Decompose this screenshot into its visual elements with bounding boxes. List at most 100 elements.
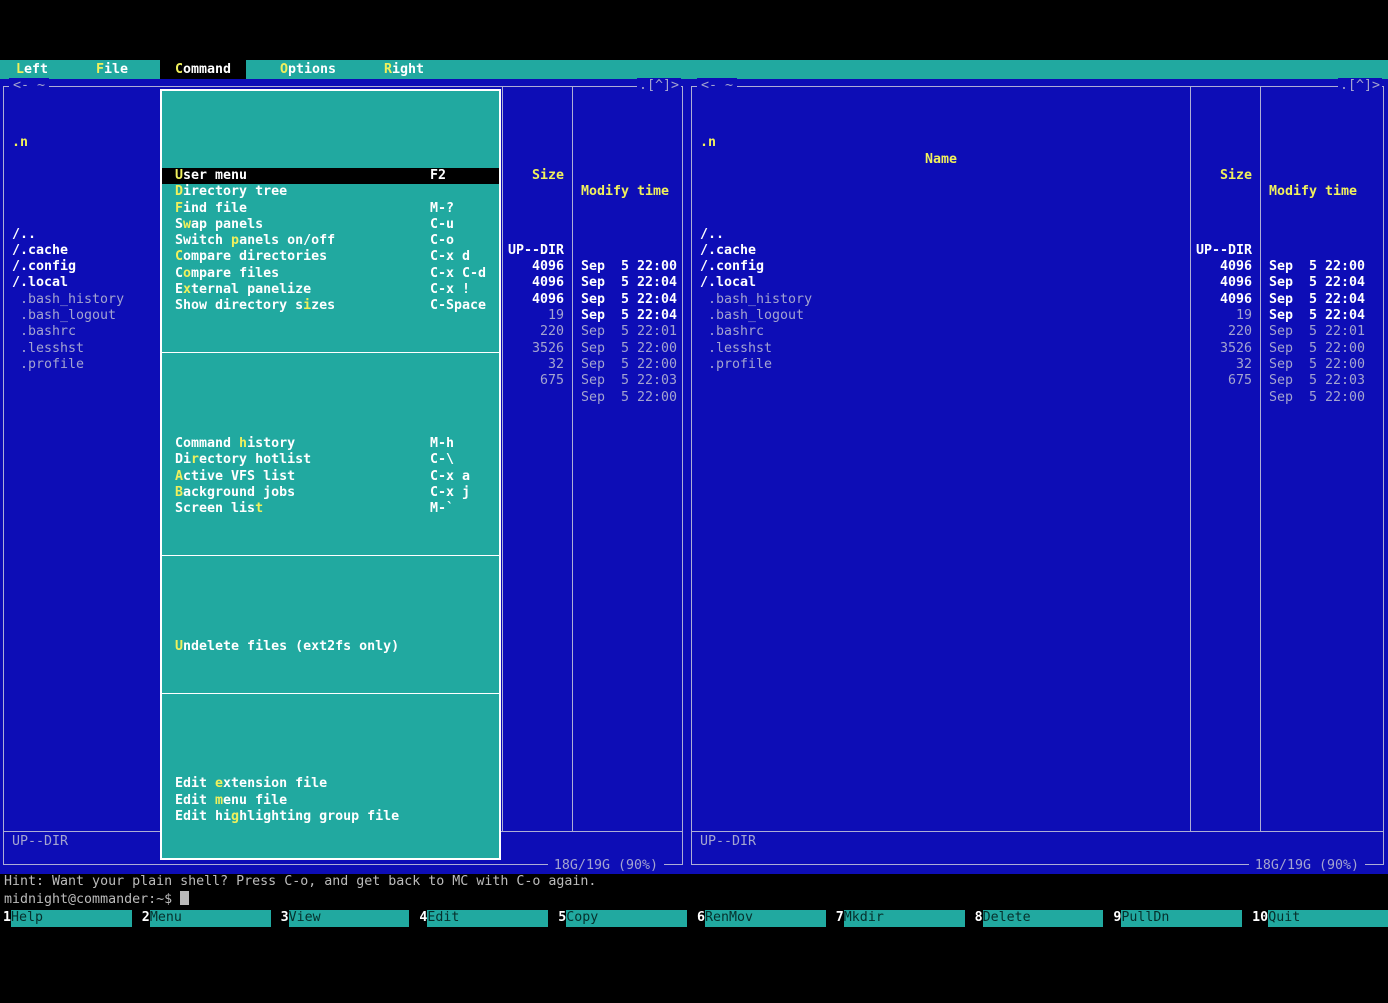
- menu-item[interactable]: Screen list M-`: [162, 501, 499, 517]
- menu-item[interactable]: Directory tree: [162, 184, 499, 200]
- file-row[interactable]: /.cache 4096 Sep 5 22:04: [692, 227, 1383, 243]
- hint-line: Hint: Want your plain shell? Press C-o, …: [0, 874, 1388, 891]
- menu-item-pre: Edit hi: [175, 809, 231, 824]
- menu-item[interactable]: Directory hotlistC-\: [162, 452, 499, 468]
- menu-item-post: xtension file: [223, 776, 327, 791]
- menu-item-post: ternal panelize: [191, 282, 311, 297]
- menu-separator: [162, 547, 499, 563]
- file-row[interactable]: .profile 675 Sep 5 22:00: [692, 341, 1383, 357]
- menubar-item[interactable]: Command: [160, 60, 246, 79]
- command-dropdown-menu: User menuF2Directory treeFind fileM-?Swa…: [160, 89, 501, 860]
- file-mtime: Sep 5 22:00: [572, 390, 682, 406]
- menu-item-post: hlighting group file: [239, 809, 399, 824]
- file-mtime: Sep 5 22:00: [572, 357, 682, 373]
- file-mtime: Sep 5 22:00: [1260, 390, 1383, 406]
- file-row[interactable]: /.. UP--DIR Sep 5 22:00: [692, 210, 1383, 226]
- menu-item-pre: S: [175, 217, 183, 232]
- menu-item-post: ompare directories: [183, 249, 327, 264]
- menubar-item[interactable]: Options: [265, 60, 351, 79]
- menu-item[interactable]: Switch panels on/offC-o: [162, 233, 499, 249]
- menubar-item[interactable]: File: [81, 60, 143, 79]
- function-key-button[interactable]: 4Edit: [416, 910, 555, 927]
- function-key-label: Delete: [983, 910, 1104, 927]
- file-size: 32: [502, 357, 572, 373]
- function-key-button[interactable]: 8Delete: [972, 910, 1111, 927]
- menubar-item[interactable]: Right: [369, 60, 439, 79]
- menu-item-hotkey: m: [215, 793, 223, 808]
- file-size: 32: [1190, 357, 1260, 373]
- menu-item-hotkey: p: [231, 233, 239, 248]
- column-header-size[interactable]: Size: [502, 168, 572, 184]
- menu-item-pre: Command: [175, 436, 239, 451]
- menubar-item-post: ight: [392, 62, 424, 77]
- menu-item[interactable]: Find fileM-?: [162, 201, 499, 217]
- menu-item-post: ectory hotlist: [199, 452, 311, 467]
- menu-item[interactable]: External panelizeC-x !: [162, 282, 499, 298]
- menu-item-post: ctive VFS list: [183, 469, 295, 484]
- menu-item[interactable]: Swap panelsC-u: [162, 217, 499, 233]
- file-row[interactable]: .lesshst 32 Sep 5 22:03: [692, 324, 1383, 340]
- function-key-button[interactable]: 1Help: [0, 910, 139, 927]
- function-key-number: 7: [833, 910, 844, 927]
- menu-item[interactable]: Edit highlighting group file: [162, 809, 499, 825]
- menu-item-post: enu file: [223, 793, 287, 808]
- menubar-item-hotkey: C: [175, 62, 183, 77]
- column-header-name[interactable]: Name: [692, 152, 1190, 168]
- menu-item-post: ndelete files (ext2fs only): [183, 639, 399, 654]
- mini-status: UP--DIR: [700, 834, 756, 850]
- menu-item-pre: Screen lis: [175, 501, 255, 516]
- menu-item[interactable]: Edit extension file: [162, 776, 499, 792]
- menu-item-post: ackground jobs: [183, 485, 295, 500]
- menu-item[interactable]: Active VFS listC-x a: [162, 469, 499, 485]
- function-key-button[interactable]: 2Menu: [139, 910, 278, 927]
- menu-item[interactable]: User menuF2: [162, 168, 499, 184]
- menu-item[interactable]: Undelete files (ext2fs only): [162, 639, 499, 655]
- function-key-label: PullDn: [1121, 910, 1242, 927]
- menu-item-shortcut: M-`: [430, 501, 454, 517]
- function-key-number: 10: [1249, 910, 1268, 927]
- function-key-label: Quit: [1268, 910, 1388, 927]
- file-row[interactable]: /.local 4096 Sep 5 22:04: [692, 259, 1383, 275]
- menu-item-hotkey: t: [255, 501, 263, 516]
- function-key-button[interactable]: 7Mkdir: [833, 910, 972, 927]
- column-header-size[interactable]: Size: [1190, 168, 1260, 184]
- menu-separator: [162, 345, 499, 361]
- text-cursor: [180, 891, 189, 905]
- menu-item[interactable]: Show directory sizesC-Space: [162, 298, 499, 314]
- menubar-item[interactable]: Left: [1, 60, 63, 79]
- function-key-label: RenMov: [705, 910, 826, 927]
- menu-item-pre: E: [175, 282, 183, 297]
- menu-item-hotkey: h: [239, 436, 247, 451]
- menu-item[interactable]: Command historyM-h: [162, 436, 499, 452]
- function-key-button[interactable]: 5Copy: [555, 910, 694, 927]
- menu-item-shortcut: C-x d: [430, 249, 470, 265]
- menu-item-post: mpare files: [191, 266, 279, 281]
- file-row[interactable]: .bash_logout 220 Sep 5 22:00: [692, 292, 1383, 308]
- menu-item[interactable]: Compare filesC-x C-d: [162, 266, 499, 282]
- menu-item-post: irectory tree: [183, 184, 287, 199]
- menu-item-shortcut: M-?: [430, 201, 454, 217]
- function-key-button[interactable]: 3View: [278, 910, 417, 927]
- function-key-button[interactable]: 9PullDn: [1110, 910, 1249, 927]
- file-row[interactable]: /.config 4096 Sep 5 22:04: [692, 243, 1383, 259]
- menu-item[interactable]: Compare directoriesC-x d: [162, 249, 499, 265]
- function-key-button[interactable]: 6RenMov: [694, 910, 833, 927]
- free-space-indicator: 18G/19G (90%): [548, 858, 664, 873]
- function-key-button[interactable]: 10Quit: [1249, 910, 1388, 927]
- command-line[interactable]: midnight@commander:~$: [0, 891, 1388, 908]
- column-header-mtime[interactable]: Modify time: [572, 184, 682, 200]
- file-row[interactable]: .bash_history 19 Sep 5 22:01: [692, 275, 1383, 291]
- menu-item-post: ap panels: [191, 217, 263, 232]
- menubar-item-hotkey: F: [96, 62, 104, 77]
- function-key-number: 1: [0, 910, 11, 927]
- sort-indicator: .n: [700, 135, 716, 151]
- column-header-mtime[interactable]: Modify time: [1260, 184, 1383, 200]
- file-row[interactable]: .bashrc 3526 Sep 5 22:00: [692, 308, 1383, 324]
- menu-item[interactable]: Edit menu file: [162, 793, 499, 809]
- menu-item-shortcut: C-x j: [430, 485, 470, 501]
- menu-item-shortcut: C-Space: [430, 298, 486, 314]
- column-header-row: .n Name Size Modify time: [692, 119, 1383, 135]
- menubar-item-hotkey: O: [280, 62, 288, 77]
- menu-item-hotkey: U: [175, 168, 183, 183]
- menu-item[interactable]: Background jobsC-x j: [162, 485, 499, 501]
